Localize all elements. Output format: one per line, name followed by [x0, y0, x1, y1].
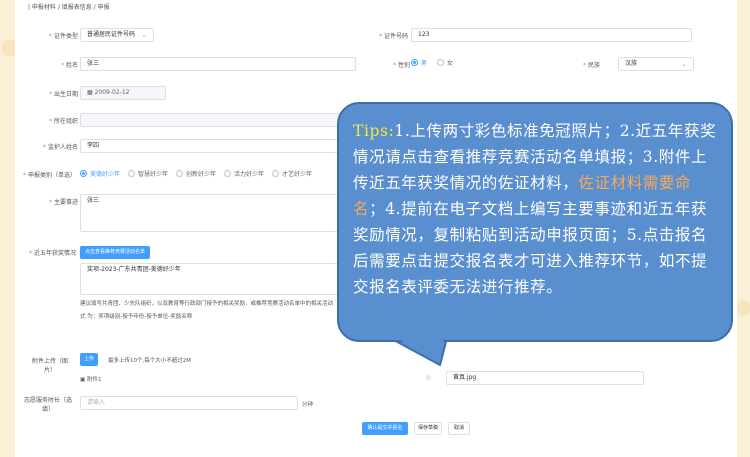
tips-text-2: ；4.提前在电子文档上编写主要事迹和近五年获奖励情况，复制粘贴到活动申报页面；5…	[353, 200, 708, 296]
tips-tooltip: Tips:1.上传两寸彩色标准免冠照片；2.近五年获奖情况请点击查看推荐竞赛活动…	[337, 102, 733, 342]
tips-label: Tips:	[353, 122, 395, 140]
